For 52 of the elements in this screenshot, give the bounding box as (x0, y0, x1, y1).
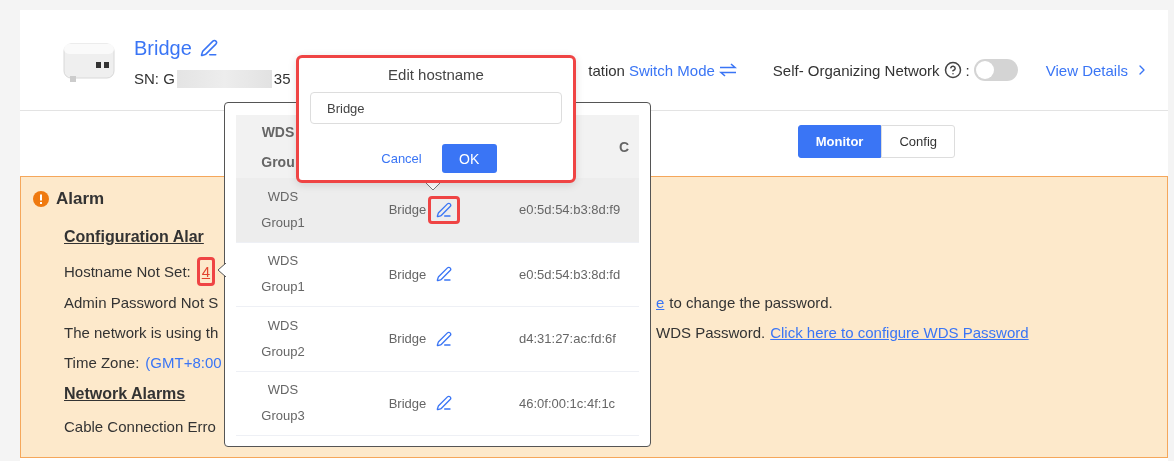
section-heading: Configuration Alar (64, 228, 205, 246)
hostname-cell: Bridge (388, 266, 427, 282)
group-cell-text: WDS Group2 (260, 316, 306, 361)
pencil-icon (436, 330, 453, 347)
cancel-button[interactable]: Cancel (375, 150, 428, 167)
mac-cell: e0:5d:54:b3:8d:f9 (519, 202, 621, 218)
dialog-title: Edit hostname (388, 66, 484, 83)
hostname-cell: Bridge (388, 331, 427, 347)
link[interactable]: e (656, 293, 665, 311)
hostname-count-link[interactable]: 4 (196, 256, 216, 286)
hostname-input[interactable]: Bridge (310, 92, 562, 124)
alert-icon (33, 191, 49, 207)
link[interactable]: Click here to configure WDS Password (770, 323, 1029, 341)
device-name: Bridge (134, 36, 192, 60)
column-header: WDS Grou (260, 122, 296, 172)
mac-cell: d4:31:27:ac:fd:6f (519, 331, 616, 347)
alarm-text: Hostname Not Set: (64, 262, 191, 280)
mode-text: tation (588, 61, 625, 79)
section-heading: Network Alarms (64, 385, 187, 403)
switch-mode-link[interactable]: Switch Mode (628, 61, 715, 79)
mac-cell: 46:0f:00:1c:4f:1c (519, 395, 616, 411)
view-tab[interactable]: Config (881, 125, 955, 158)
hostname-cell: Bridge (388, 395, 427, 411)
alarm-title: Alarm (56, 189, 105, 209)
pencil-icon (436, 395, 453, 412)
serial-number: 35 (273, 70, 291, 87)
pencil-icon (436, 266, 453, 283)
pencil-icon (436, 201, 453, 218)
hostname-cell: Bridge (388, 202, 427, 218)
edit-button[interactable] (428, 195, 461, 224)
help-icon[interactable] (943, 61, 962, 79)
colon: : (965, 61, 970, 79)
table-row[interactable]: WDS Group1 Bridge e0:5d:54:b3:8d:f9 (236, 178, 639, 243)
mac-cell: e0:5d:54:b3:8d:fd (519, 266, 621, 282)
alarm-text: WDS Password. (656, 323, 766, 341)
alarm-text: Cable Connection Erro (64, 417, 216, 435)
alarm-text: Time Zone: (64, 353, 140, 371)
serial-number: SN: G (134, 70, 175, 87)
toggle-switch[interactable] (973, 59, 1018, 81)
group-cell-text: WDS Group1 (260, 252, 306, 297)
edit-icon[interactable] (199, 39, 218, 57)
alarm-text: The network is using th (64, 323, 219, 341)
group-cell-text: WDS Group1 (260, 187, 306, 232)
alarm-text: to change the password. (669, 293, 833, 311)
column-header: C (617, 137, 631, 157)
alarm-text: Admin Password Not S (64, 293, 219, 311)
self-organizing-label: Self- Organizing Network (772, 61, 940, 79)
ok-button[interactable]: OK (441, 144, 497, 173)
view-tab[interactable]: Monitor (797, 125, 882, 158)
view-details-link[interactable]: View Details (1045, 61, 1128, 79)
time-zone-value: (GMT+8:00 (145, 353, 222, 371)
group-cell-text: WDS Group3 (260, 381, 306, 426)
